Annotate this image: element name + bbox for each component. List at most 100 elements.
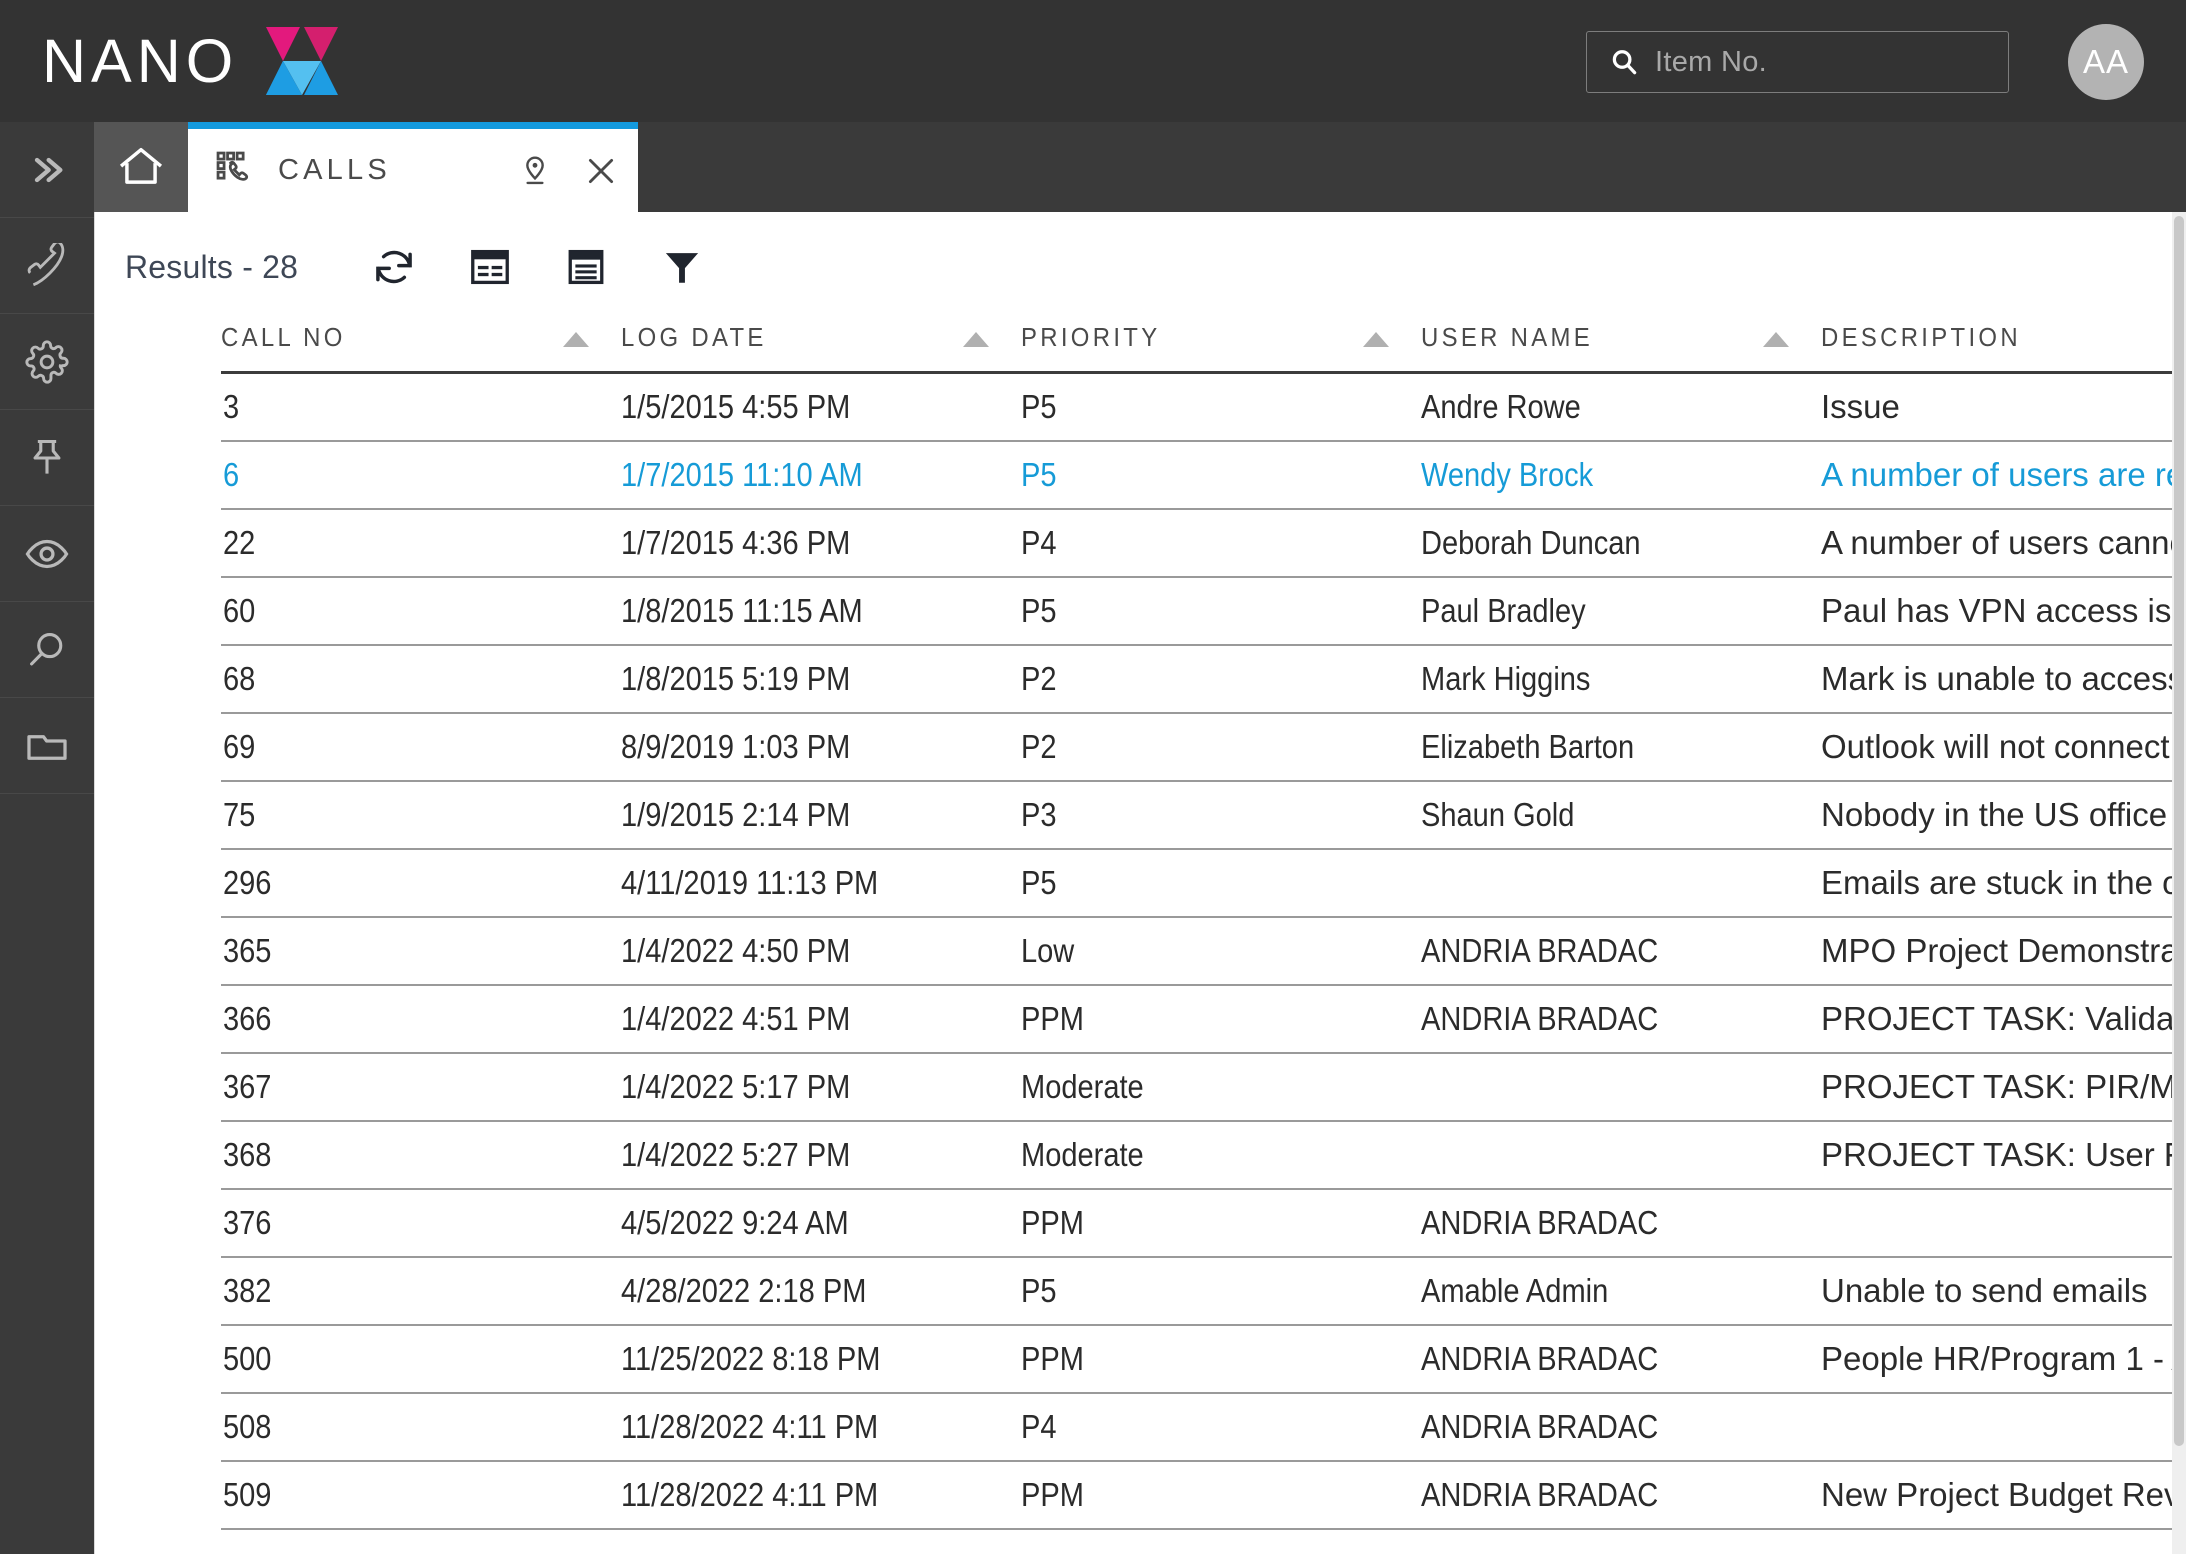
table-row[interactable]: 509 11/28/2022 4:11 PM PPM ANDRIA BRADAC New… — [221, 1460, 2173, 1530]
table-row[interactable]: 68 1/8/2015 5:19 PM P2 Mark Higgins Mark is … — [221, 644, 2173, 714]
table-row[interactable]: 60 1/8/2015 11:15 AM P5 Paul Bradley Paul ha… — [221, 576, 2173, 646]
sidebar-item-settings[interactable] — [0, 314, 94, 410]
cell-call_no[interactable]: 382 — [221, 1256, 621, 1326]
calls-table-container[interactable]: CALL NO LOG DATE PRIORITY USER NAME DESC… — [95, 322, 2173, 1554]
sort-ascending-icon[interactable] — [563, 332, 589, 347]
sort-ascending-icon[interactable] — [1363, 332, 1389, 347]
table-row[interactable]: 508 11/28/2022 4:11 PM P4 ANDRIA BRADAC — [221, 1392, 2173, 1462]
cell-log_date[interactable]: 1/4/2022 4:50 PM — [621, 916, 1021, 986]
column-header-priority[interactable]: PRIORITY — [1021, 322, 1421, 374]
sidebar-item-calls[interactable] — [0, 218, 94, 314]
table-row[interactable]: 500 11/25/2022 8:18 PM PPM ANDRIA BRADAC Peo… — [221, 1324, 2173, 1394]
tab-home[interactable] — [94, 122, 188, 212]
cell-priority[interactable]: Low — [1021, 916, 1421, 986]
cell-description[interactable]: Mark is unable to access t... — [1821, 644, 2173, 714]
cell-user_name[interactable]: Amable Admin — [1421, 1256, 1821, 1326]
cell-call_no[interactable]: 509 — [221, 1460, 621, 1530]
cell-priority[interactable]: PPM — [1021, 1188, 1421, 1258]
cell-description[interactable] — [1821, 1392, 2173, 1462]
cell-log_date[interactable]: 1/4/2022 4:51 PM — [621, 984, 1021, 1054]
cell-user_name[interactable] — [1421, 1052, 1821, 1122]
cell-user_name[interactable]: ANDRIA BRADAC — [1421, 1188, 1821, 1258]
cell-log_date[interactable]: 4/28/2022 2:18 PM — [621, 1256, 1021, 1326]
cell-description[interactable]: Emails are stuck in the out... — [1821, 848, 2173, 918]
cell-priority[interactable]: P5 — [1021, 1256, 1421, 1326]
cell-user_name[interactable]: Shaun Gold — [1421, 780, 1821, 850]
table-row[interactable]: 365 1/4/2022 4:50 PM Low ANDRIA BRADAC MPO P… — [221, 916, 2173, 986]
cell-user_name[interactable]: Elizabeth Barton — [1421, 712, 1821, 782]
cell-call_no[interactable]: 366 — [221, 984, 621, 1054]
vertical-scrollbar[interactable] — [2172, 212, 2186, 1554]
cell-user_name[interactable]: ANDRIA BRADAC — [1421, 1460, 1821, 1530]
cell-description[interactable]: A number of users are rep... — [1821, 440, 2173, 510]
cell-log_date[interactable]: 1/7/2015 11:10 AM — [621, 440, 1021, 510]
cell-priority[interactable]: PPM — [1021, 984, 1421, 1054]
cell-priority[interactable]: Moderate — [1021, 1052, 1421, 1122]
table-row[interactable]: 6 1/7/2015 11:10 AM P5 Wendy Brock A number … — [221, 440, 2173, 510]
cell-priority[interactable]: P5 — [1021, 372, 1421, 442]
cell-log_date[interactable]: 4/5/2022 9:24 AM — [621, 1188, 1021, 1258]
cell-log_date[interactable]: 11/25/2022 8:18 PM — [621, 1324, 1021, 1394]
table-row[interactable]: 368 1/4/2022 5:27 PM Moderate PROJECT TASK:… — [221, 1120, 2173, 1190]
cell-log_date[interactable]: 4/11/2019 11:13 PM — [621, 848, 1021, 918]
cell-description[interactable]: A number of users cannot ... — [1821, 508, 2173, 578]
cell-call_no[interactable]: 68 — [221, 644, 621, 714]
cell-user_name[interactable]: ANDRIA BRADAC — [1421, 984, 1821, 1054]
cell-priority[interactable]: Moderate — [1021, 1120, 1421, 1190]
cell-log_date[interactable]: 1/4/2022 5:17 PM — [621, 1052, 1021, 1122]
close-x-icon[interactable] — [584, 154, 618, 188]
sidebar-item-expand-menu[interactable] — [0, 122, 94, 218]
cell-priority[interactable]: P5 — [1021, 576, 1421, 646]
cell-user_name[interactable]: ANDRIA BRADAC — [1421, 1324, 1821, 1394]
cell-description[interactable]: New Project Budget Review — [1821, 1460, 2173, 1530]
cell-call_no[interactable]: 60 — [221, 576, 621, 646]
cell-description[interactable]: MPO Project Demonstrati... — [1821, 916, 2173, 986]
cell-user_name[interactable]: Andre Rowe — [1421, 372, 1821, 442]
cell-description[interactable]: PROJECT TASK: User Fina... — [1821, 1120, 2173, 1190]
sort-ascending-icon[interactable] — [963, 332, 989, 347]
brand-logo[interactable]: NANO — [42, 23, 340, 99]
table-row[interactable]: 296 4/11/2019 11:13 PM P5 Emails are stuck … — [221, 848, 2173, 918]
cell-priority[interactable]: P4 — [1021, 508, 1421, 578]
cell-priority[interactable]: PPM — [1021, 1460, 1421, 1530]
sidebar-item-pinned[interactable] — [0, 410, 94, 506]
cell-call_no[interactable]: 75 — [221, 780, 621, 850]
column-header-call-no[interactable]: CALL NO — [221, 322, 621, 374]
cell-user_name[interactable]: Wendy Brock — [1421, 440, 1821, 510]
cell-description[interactable]: Paul has VPN access issues — [1821, 576, 2173, 646]
cell-call_no[interactable]: 69 — [221, 712, 621, 782]
cell-user_name[interactable]: ANDRIA BRADAC — [1421, 1392, 1821, 1462]
cell-priority[interactable]: P5 — [1021, 848, 1421, 918]
tab-calls[interactable]: CALLS — [188, 122, 638, 212]
cell-log_date[interactable]: 1/8/2015 5:19 PM — [621, 644, 1021, 714]
table-row[interactable]: 367 1/4/2022 5:17 PM Moderate PROJECT TASK:… — [221, 1052, 2173, 1122]
cell-log_date[interactable]: 8/9/2019 1:03 PM — [621, 712, 1021, 782]
cell-user_name[interactable]: ANDRIA BRADAC — [1421, 916, 1821, 986]
sidebar-item-folders[interactable] — [0, 698, 94, 794]
sidebar-item-search[interactable] — [0, 602, 94, 698]
table-row[interactable]: 366 1/4/2022 4:51 PM PPM ANDRIA BRADAC PROJE… — [221, 984, 2173, 1054]
table-row[interactable]: 382 4/28/2022 2:18 PM P5 Amable Admin Unable… — [221, 1256, 2173, 1326]
table-row[interactable]: 376 4/5/2022 9:24 AM PPM ANDRIA BRADAC — [221, 1188, 2173, 1258]
cell-log_date[interactable]: 11/28/2022 4:11 PM — [621, 1392, 1021, 1462]
cell-priority[interactable]: P2 — [1021, 644, 1421, 714]
cell-user_name[interactable] — [1421, 848, 1821, 918]
cell-user_name[interactable]: Paul Bradley — [1421, 576, 1821, 646]
cell-call_no[interactable]: 508 — [221, 1392, 621, 1462]
scrollbar-thumb[interactable] — [2174, 216, 2184, 1446]
column-header-description[interactable]: DESCRIPTION — [1821, 322, 2173, 374]
cell-priority[interactable]: P4 — [1021, 1392, 1421, 1462]
cell-call_no[interactable]: 500 — [221, 1324, 621, 1394]
refresh-button[interactable] — [346, 219, 442, 315]
cell-call_no[interactable]: 376 — [221, 1188, 621, 1258]
cell-priority[interactable]: P2 — [1021, 712, 1421, 782]
cell-description[interactable] — [1821, 1188, 2173, 1258]
cell-log_date[interactable]: 1/8/2015 11:15 AM — [621, 576, 1021, 646]
cell-log_date[interactable]: 1/4/2022 5:27 PM — [621, 1120, 1021, 1190]
column-header-user-name[interactable]: USER NAME — [1421, 322, 1821, 374]
cell-call_no[interactable]: 367 — [221, 1052, 621, 1122]
table-row[interactable]: 69 8/9/2019 1:03 PM P2 Elizabeth Barton Outl… — [221, 712, 2173, 782]
cell-log_date[interactable]: 1/5/2015 4:55 PM — [621, 372, 1021, 442]
sidebar-item-watchlist[interactable] — [0, 506, 94, 602]
cell-call_no[interactable]: 368 — [221, 1120, 621, 1190]
